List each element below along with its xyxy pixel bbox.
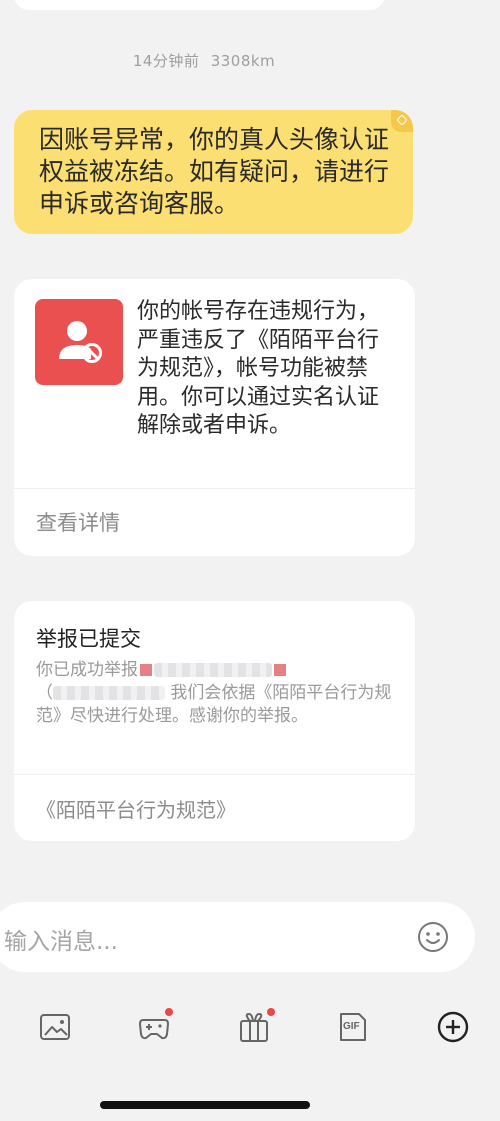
user-ban-icon: [35, 299, 123, 385]
game-controller-icon[interactable]: [137, 1008, 173, 1044]
platform-rules-link[interactable]: 《陌陌平台行为规范》: [36, 794, 236, 823]
redacted-id: [53, 686, 165, 700]
home-indicator: [100, 1101, 310, 1109]
report-title: 举报已提交: [36, 627, 141, 651]
message-distance: 3308km: [210, 52, 276, 70]
gif-icon[interactable]: GIF: [336, 1010, 370, 1044]
report-body: 你已成功举报 （ 我们会依据《陌陌平台行为规范》尽快进行处理。感谢你的举报。: [36, 659, 396, 728]
redacted-username: [154, 663, 272, 677]
system-notice-bubble[interactable]: 因账号异常，你的真人头像认证权益被冻结。如有疑问，请进行申诉或咨询客服。: [14, 110, 413, 234]
message-input-bar[interactable]: 输入消息...: [0, 902, 475, 972]
bubble-corner-icon: [391, 110, 413, 132]
violation-card[interactable]: 你的帐号存在违规行为，严重违反了《陌陌平台行为规范》，帐号功能被禁用。你可以通过…: [14, 279, 415, 556]
plus-circle-icon[interactable]: [436, 1010, 470, 1044]
system-notice-text: 因账号异常，你的真人头像认证权益被冻结。如有疑问，请进行申诉或咨询客服。: [39, 125, 390, 218]
report-body-start: 你已成功举报: [36, 660, 138, 680]
notification-dot: [165, 1008, 173, 1016]
card-divider: [14, 774, 415, 775]
message-time: 14分钟前: [132, 52, 200, 70]
view-details-link[interactable]: 查看详情: [36, 507, 120, 537]
image-icon[interactable]: [38, 1010, 72, 1044]
redacted-mark: [274, 664, 286, 676]
message-input-placeholder[interactable]: 输入消息...: [4, 922, 118, 956]
report-card[interactable]: 举报已提交 你已成功举报 （ 我们会依据《陌陌平台行为规范》尽快进行处理。感谢你…: [14, 601, 415, 841]
violation-text: 你的帐号存在违规行为，严重违反了《陌陌平台行为规范》，帐号功能被禁用。你可以通过…: [137, 299, 380, 438]
redacted-mark: [140, 664, 152, 676]
report-body-paren: （: [36, 683, 53, 703]
notification-dot: [267, 1008, 275, 1016]
previous-message-card: [14, 0, 385, 10]
gif-label: GIF: [343, 1021, 360, 1032]
card-divider: [14, 488, 415, 489]
message-meta: 14分钟前 3308km: [0, 50, 408, 71]
emoji-icon[interactable]: [417, 921, 449, 953]
gift-icon[interactable]: [237, 1008, 275, 1044]
